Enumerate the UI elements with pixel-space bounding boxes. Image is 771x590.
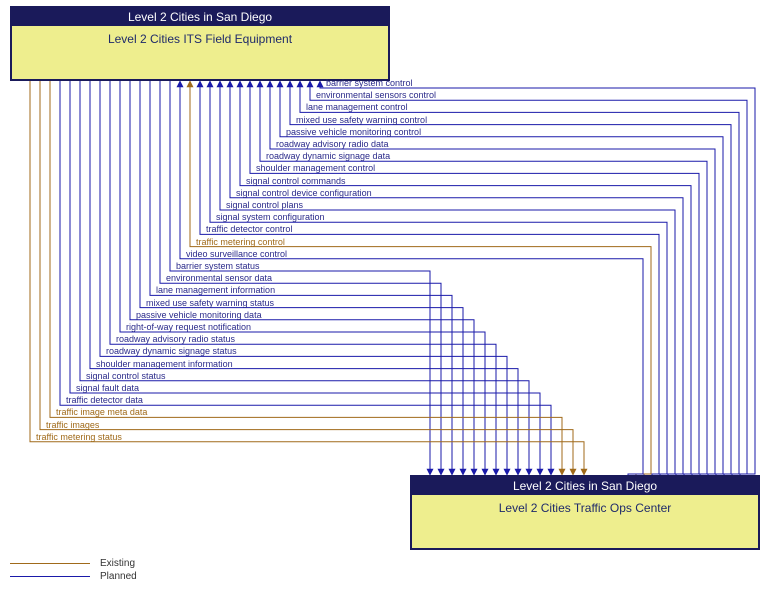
flow-label: signal control plans — [226, 200, 303, 210]
flow-label: traffic metering control — [196, 237, 285, 247]
legend-existing-swatch — [10, 563, 90, 564]
legend-planned: Planned — [10, 571, 137, 582]
flow-label: mixed use safety warning status — [146, 298, 274, 308]
node-traffic-ops-center-body: Level 2 Cities Traffic Ops Center — [412, 495, 758, 521]
node-field-equipment: Level 2 Cities in San Diego Level 2 Citi… — [10, 6, 390, 81]
flow-label: shoulder management control — [256, 163, 375, 173]
node-field-equipment-header: Level 2 Cities in San Diego — [12, 8, 388, 26]
flow-label: signal fault data — [76, 383, 139, 393]
flow-label: signal control status — [86, 371, 166, 381]
diagram-canvas: Level 2 Cities in San Diego Level 2 Citi… — [0, 0, 771, 590]
flow-label: roadway dynamic signage data — [266, 151, 390, 161]
legend-planned-swatch — [10, 576, 90, 577]
flow-label: lane management control — [306, 102, 408, 112]
flow-label: barrier system status — [176, 261, 260, 271]
legend-planned-label: Planned — [100, 571, 137, 582]
legend: Existing Planned — [10, 556, 137, 582]
node-traffic-ops-center-header: Level 2 Cities in San Diego — [412, 477, 758, 495]
flow-label: environmental sensor data — [166, 273, 272, 283]
flow-label: shoulder management information — [96, 359, 233, 369]
flow-label: traffic images — [46, 420, 99, 430]
flow-label: traffic detector control — [206, 224, 292, 234]
node-traffic-ops-center: Level 2 Cities in San Diego Level 2 Citi… — [410, 475, 760, 550]
legend-existing-label: Existing — [100, 558, 135, 569]
flow-label: environmental sensors control — [316, 90, 436, 100]
flow-label: roadway advisory radio data — [276, 139, 389, 149]
flow-label: traffic detector data — [66, 395, 143, 405]
flow-label: traffic image meta data — [56, 407, 147, 417]
flow-label: signal control commands — [246, 176, 346, 186]
flow-label: right-of-way request notification — [126, 322, 251, 332]
flow-label: roadway dynamic signage status — [106, 346, 237, 356]
flow-label: passive vehicle monitoring data — [136, 310, 262, 320]
flow-label: signal system configuration — [216, 212, 325, 222]
flow-label: video surveillance control — [186, 249, 287, 259]
flow-label: traffic metering status — [36, 432, 122, 442]
flow-label: roadway advisory radio status — [116, 334, 235, 344]
node-field-equipment-body: Level 2 Cities ITS Field Equipment — [12, 26, 388, 52]
flow-label: lane management information — [156, 285, 275, 295]
legend-existing: Existing — [10, 558, 137, 569]
flow-label: passive vehicle monitoring control — [286, 127, 421, 137]
flow-label: signal control device configuration — [236, 188, 372, 198]
flow-label: mixed use safety warning control — [296, 115, 427, 125]
flow-label: barrier system control — [326, 78, 413, 88]
